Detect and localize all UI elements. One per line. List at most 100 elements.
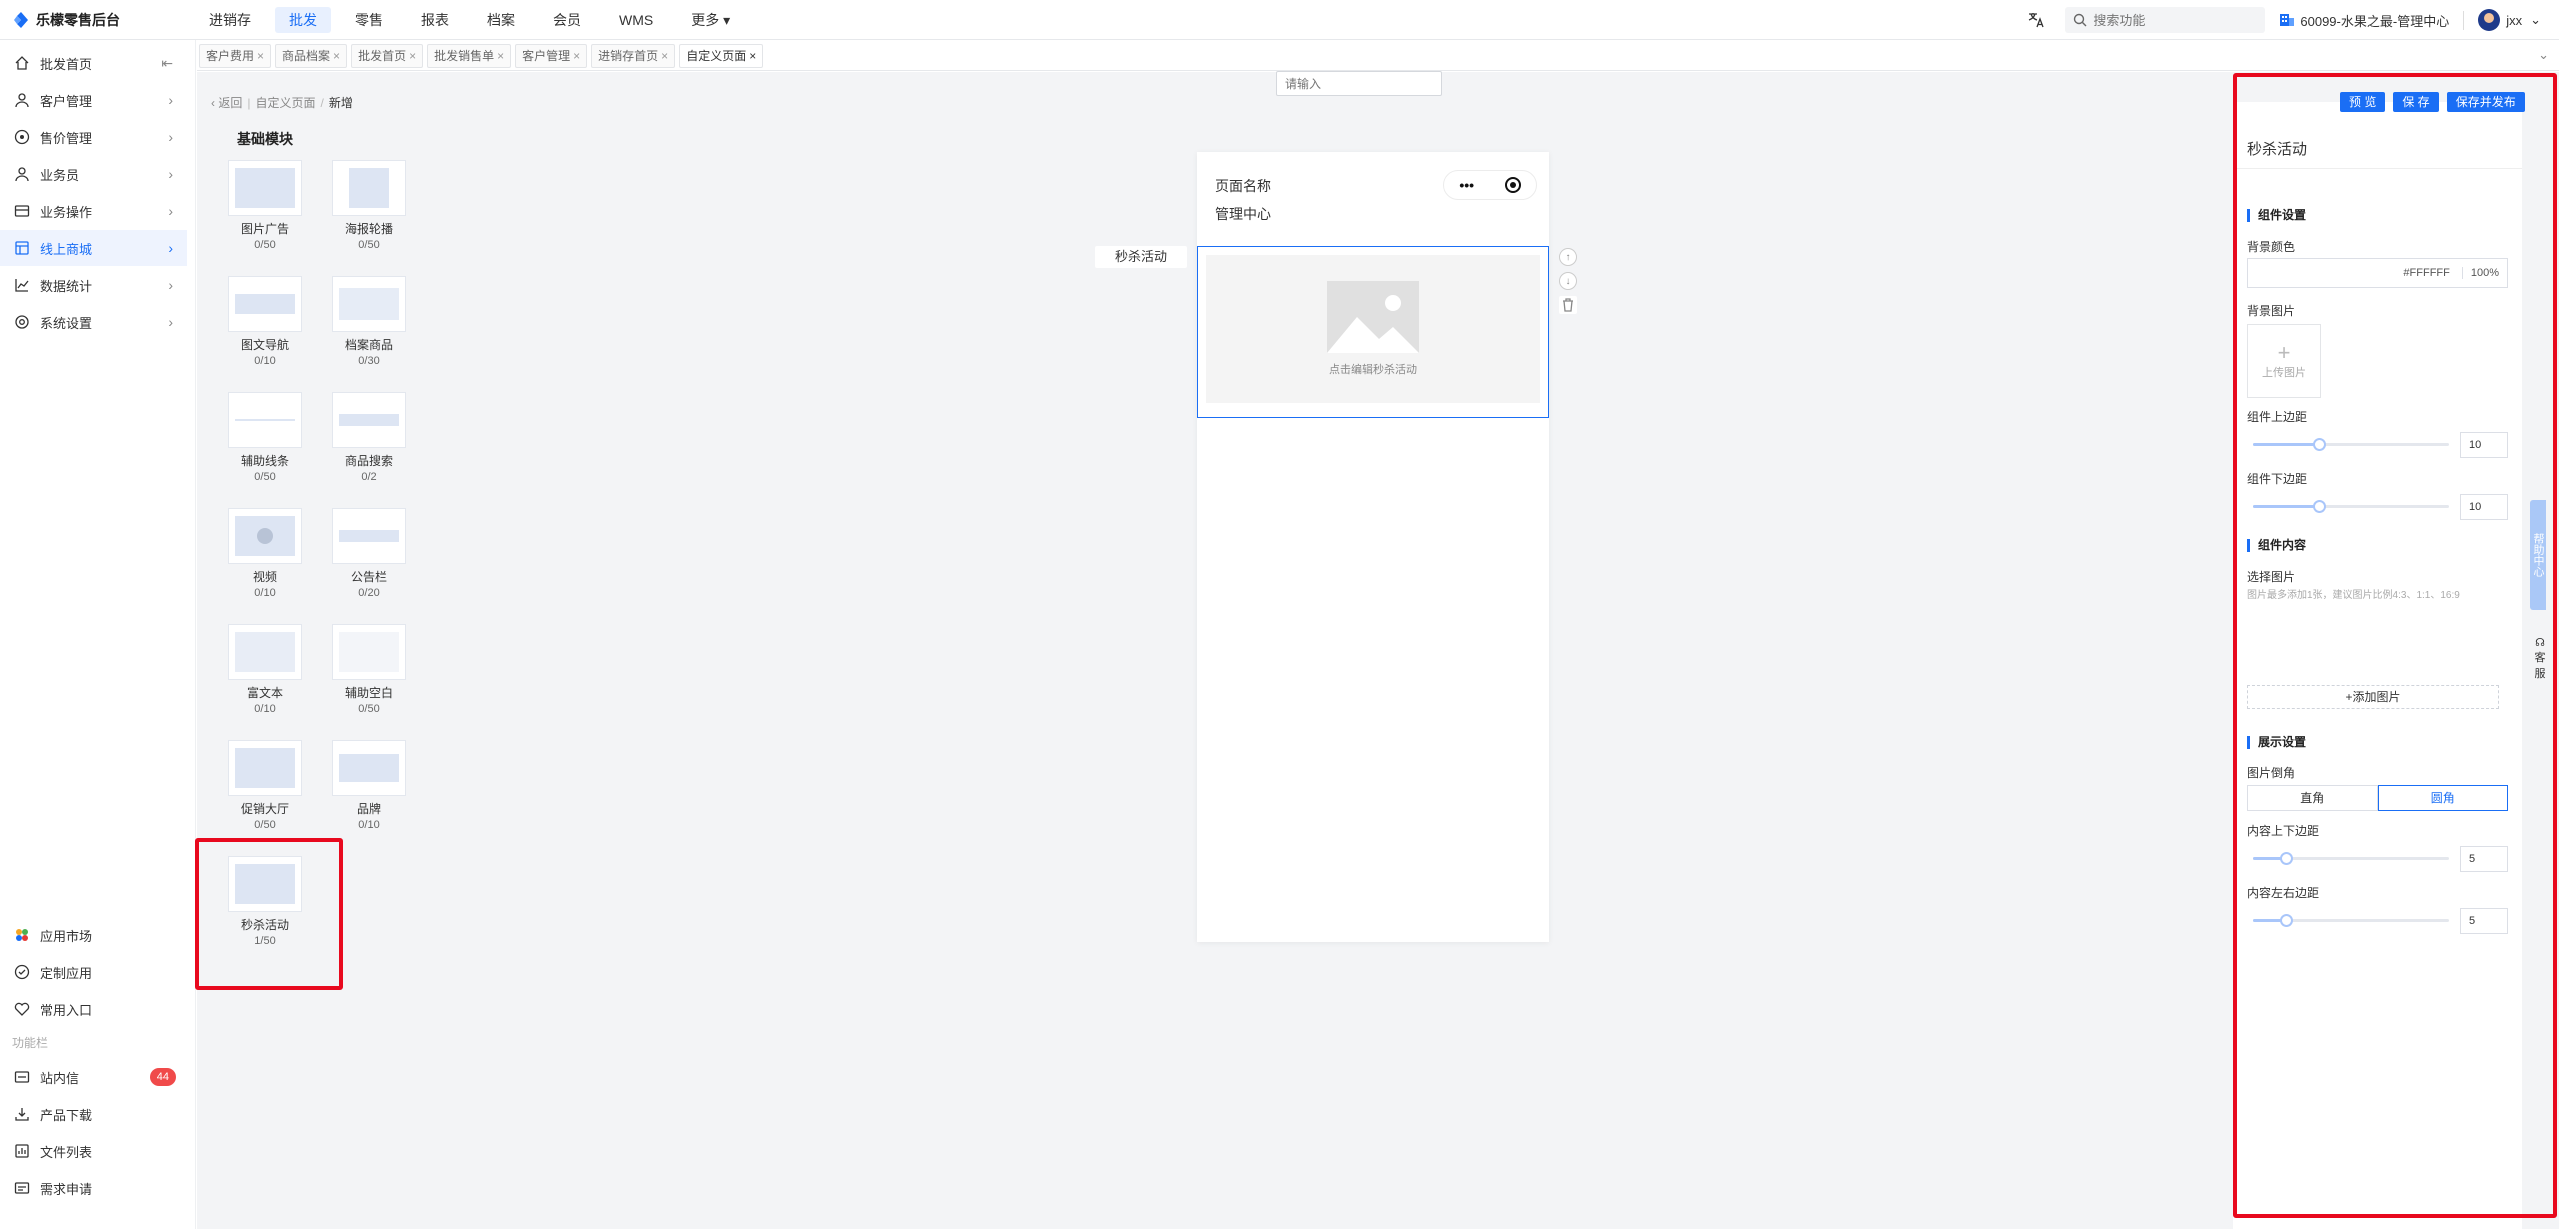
- nav-item-members[interactable]: 会员: [539, 7, 595, 33]
- nav-item-wms[interactable]: WMS: [605, 7, 667, 33]
- sidebar-item-settings[interactable]: 系统设置 ›: [0, 304, 187, 340]
- phone-page-name: 页面名称: [1215, 178, 1271, 194]
- customer-service-button[interactable]: ☊ 客服: [2530, 636, 2550, 681]
- search-thumb-icon: [332, 392, 406, 448]
- sidebar-item-operations[interactable]: 业务操作 ›: [0, 193, 187, 229]
- tab-wholesale-home[interactable]: 批发首页 ×: [351, 43, 424, 68]
- move-down-icon[interactable]: ↓: [1559, 272, 1577, 290]
- breadcrumb-current: 新增: [328, 96, 353, 110]
- module-count: 0/50: [254, 471, 276, 483]
- sidebar-item-downloads[interactable]: 产品下载: [0, 1096, 188, 1132]
- close-icon[interactable]: ×: [497, 49, 504, 63]
- chevron-right-icon: ›: [168, 277, 173, 293]
- heart-icon: [14, 1002, 30, 1016]
- tab-custom-page[interactable]: 自定义页面 ×: [679, 43, 764, 68]
- module-rich-text[interactable]: 富文本 0/10: [225, 624, 305, 715]
- search-input[interactable]: [2093, 12, 2254, 28]
- user-menu[interactable]: jxx ⌄: [2478, 9, 2541, 31]
- close-icon[interactable]: ×: [257, 49, 264, 63]
- tab-customer-management[interactable]: 客户管理 ×: [515, 43, 588, 68]
- close-icon[interactable]: ×: [573, 49, 580, 63]
- page-tabs: 客户费用 × 商品档案 × 批发首页 × 批发销售单 × 客户管理 × 进销存首页 × 自定…: [197, 41, 2559, 71]
- tab-customer-fees[interactable]: 客户费用 ×: [199, 43, 272, 68]
- sidebar-item-salesperson[interactable]: 业务员 ›: [0, 156, 187, 192]
- sidebar-item-requests[interactable]: 需求申请: [0, 1170, 188, 1206]
- tab-wholesale-order[interactable]: 批发销售单 ×: [427, 43, 512, 68]
- nav-item-inventory[interactable]: 进销存: [195, 7, 265, 33]
- nav-item-archive[interactable]: 档案: [473, 7, 529, 33]
- tab-product-archive[interactable]: 商品档案 ×: [275, 43, 348, 68]
- close-icon[interactable]: ×: [409, 49, 416, 63]
- sidebar-item-messages[interactable]: 站内信 44: [0, 1059, 188, 1095]
- translate-icon[interactable]: [2027, 11, 2045, 29]
- module-count: 0/50: [254, 239, 276, 251]
- image-ad-thumb-icon: [228, 160, 302, 216]
- sidebar-item-custom-app[interactable]: 定制应用: [0, 954, 188, 990]
- module-divider-line[interactable]: 辅助线条 0/50: [225, 392, 305, 483]
- trash-icon[interactable]: [1559, 296, 1577, 314]
- sidebar-item-wholesale-home[interactable]: 批发首页 ⇤: [0, 45, 187, 81]
- module-product-search[interactable]: 商品搜索 0/2: [329, 392, 409, 483]
- tab-inventory-home[interactable]: 进销存首页 ×: [591, 43, 676, 68]
- nav-item-reports[interactable]: 报表: [407, 7, 463, 33]
- sidebar-item-app-market[interactable]: 应用市场: [0, 917, 188, 953]
- sidebar-item-label: 应用市场: [40, 928, 93, 944]
- phone-page-subtitle: 管理中心: [1215, 206, 1271, 222]
- chart-icon: [15, 279, 29, 292]
- chevron-right-icon: ›: [168, 129, 173, 145]
- close-icon[interactable]: ×: [749, 49, 756, 63]
- module-promotion-hall[interactable]: 促销大厅 0/50: [225, 740, 305, 831]
- module-archive-products[interactable]: 档案商品 0/30: [329, 276, 409, 367]
- breadcrumb: ‹ 返回 | 自定义页面 / 新增: [211, 94, 353, 111]
- module-count: 0/20: [358, 587, 380, 599]
- back-link[interactable]: ‹ 返回: [211, 94, 242, 111]
- close-icon[interactable]: ×: [333, 49, 340, 63]
- tab-label: 客户管理: [522, 48, 571, 63]
- module-brand[interactable]: 品牌 0/10: [329, 740, 409, 831]
- module-poster-carousel[interactable]: 海报轮播 0/50: [329, 160, 409, 251]
- store-selector[interactable]: 60099-水果之最-管理中心: [2279, 10, 2465, 30]
- sidebar-item-favorites[interactable]: 常用入口: [0, 991, 188, 1027]
- app-logo[interactable]: 乐檬零售后台: [0, 10, 195, 30]
- collapse-sidebar-icon[interactable]: ⇤: [161, 55, 173, 72]
- module-image-nav[interactable]: 图文导航 0/10: [225, 276, 305, 367]
- products-thumb-icon: [332, 276, 406, 332]
- module-count: 0/10: [254, 587, 276, 599]
- promotion-thumb-icon: [228, 740, 302, 796]
- chevron-down-icon[interactable]: ⌄: [2538, 47, 2549, 63]
- module-count: 0/2: [361, 471, 377, 483]
- sidebar-item-statistics[interactable]: 数据统计 ›: [0, 267, 187, 303]
- close-icon[interactable]: ×: [661, 49, 668, 63]
- function-search[interactable]: [2065, 7, 2266, 33]
- search-icon: [2074, 13, 2087, 27]
- nav-item-more[interactable]: 更多 ▾: [677, 7, 744, 33]
- module-notice-bar[interactable]: 公告栏 0/20: [329, 508, 409, 599]
- nav-item-wholesale[interactable]: 批发: [275, 6, 331, 33]
- nav-item-retail[interactable]: 零售: [341, 7, 397, 33]
- page-name-input[interactable]: [1276, 71, 1442, 96]
- home-icon: [15, 56, 29, 70]
- breadcrumb-separator: /: [320, 95, 324, 110]
- more-dots-icon: •••: [1459, 177, 1475, 193]
- breadcrumb-parent[interactable]: 自定义页面: [255, 94, 315, 111]
- move-up-icon[interactable]: ↑: [1559, 248, 1577, 266]
- sidebar-item-file-list[interactable]: 文件列表: [0, 1133, 188, 1169]
- component-label: 秒杀活动: [1095, 246, 1187, 268]
- module-image-ad[interactable]: 图片广告 0/50: [225, 160, 305, 251]
- help-center-tab[interactable]: 帮助中心: [2530, 500, 2546, 610]
- sidebar-item-pricing[interactable]: 售价管理 ›: [0, 119, 187, 155]
- notice-thumb-icon: [332, 508, 406, 564]
- sidebar-item-label: 产品下载: [40, 1107, 93, 1123]
- module-blank-space[interactable]: 辅助空白 0/50: [329, 624, 409, 715]
- sidebar-item-customers[interactable]: 客户管理 ›: [0, 82, 187, 118]
- price-icon: [14, 129, 30, 145]
- operation-icon: [14, 205, 30, 217]
- sidebar-item-online-mall[interactable]: 线上商城 ›: [0, 230, 187, 266]
- image-nav-thumb-icon: [228, 276, 302, 332]
- flash-sale-component[interactable]: 点击编辑秒杀活动: [1197, 246, 1549, 418]
- settings-icon: [15, 315, 29, 329]
- module-video[interactable]: 视频 0/10: [225, 508, 305, 599]
- module-count: 0/10: [254, 355, 276, 367]
- top-nav: 进销存 批发 零售 报表 档案 会员 WMS 更多 ▾: [195, 0, 754, 40]
- module-count: 0/30: [358, 355, 380, 367]
